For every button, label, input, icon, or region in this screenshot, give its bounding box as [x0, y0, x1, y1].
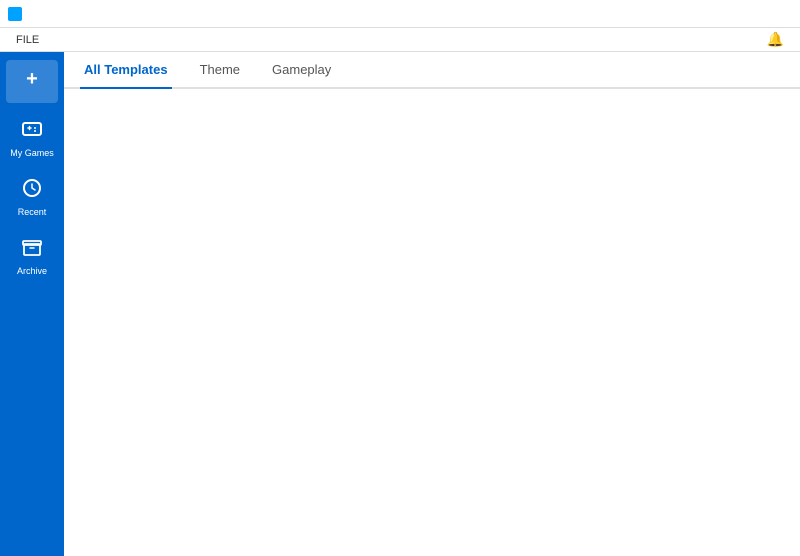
sidebar-item-recent-label: Recent — [18, 207, 47, 217]
new-button[interactable]: + — [6, 60, 58, 103]
notification-bell[interactable]: 🔔 — [759, 27, 792, 52]
tab-gameplay[interactable]: Gameplay — [268, 52, 335, 89]
tab-theme[interactable]: Theme — [196, 52, 244, 89]
minimize-button[interactable] — [728, 4, 748, 24]
archive-icon — [22, 237, 42, 262]
app-icon — [8, 7, 22, 21]
window-controls — [728, 4, 792, 24]
app-body: + My Games Recent — [0, 52, 800, 556]
title-bar — [0, 0, 800, 28]
sidebar-item-recent[interactable]: Recent — [0, 168, 64, 227]
sidebar-item-my-games-label: My Games — [10, 148, 54, 158]
file-menu[interactable]: FILE — [8, 32, 47, 48]
plus-icon: + — [26, 68, 38, 91]
sidebar: + My Games Recent — [0, 52, 64, 556]
sidebar-item-archive-label: Archive — [17, 266, 47, 276]
maximize-button[interactable] — [750, 4, 770, 24]
close-button[interactable] — [772, 4, 792, 24]
menu-bar: FILE 🔔 — [0, 28, 800, 52]
main-content: All Templates Theme Gameplay — [64, 52, 800, 556]
sidebar-item-archive[interactable]: Archive — [0, 227, 64, 286]
recent-icon — [22, 178, 42, 203]
my-games-icon — [21, 117, 43, 144]
sidebar-item-my-games[interactable]: My Games — [0, 107, 64, 168]
tab-all-templates[interactable]: All Templates — [80, 52, 172, 89]
tabs-bar: All Templates Theme Gameplay — [64, 52, 800, 89]
templates-grid — [64, 89, 800, 556]
